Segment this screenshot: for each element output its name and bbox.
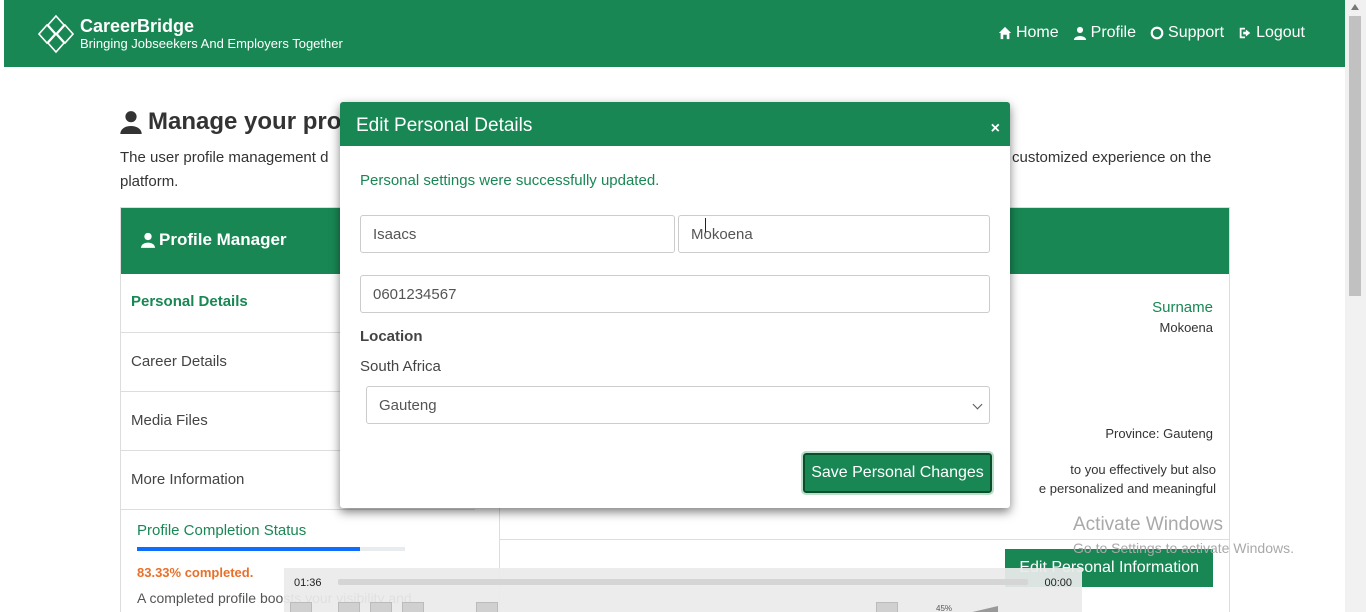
completion-progress-fill bbox=[137, 547, 361, 551]
seek-bar[interactable] bbox=[338, 579, 1028, 585]
nav-profile-link[interactable]: Profile bbox=[1073, 24, 1136, 42]
text-cursor-icon bbox=[705, 218, 707, 232]
brand-name[interactable]: CareerBridge bbox=[80, 16, 194, 37]
page-title-text: Manage your pro bbox=[148, 108, 342, 135]
life-ring-icon bbox=[1150, 26, 1164, 40]
nav-support-label: Support bbox=[1168, 24, 1225, 41]
profile-manager-title: Profile Manager bbox=[141, 230, 287, 250]
brand-tagline: Bringing Jobseekers And Employers Togeth… bbox=[80, 36, 343, 51]
remaining-time: 00:00 bbox=[1044, 577, 1072, 589]
province-select[interactable]: Gauteng bbox=[366, 386, 990, 424]
last-name-input[interactable] bbox=[678, 215, 990, 253]
nav-support-link[interactable]: Support bbox=[1150, 24, 1224, 42]
nav-links: Home Profile Support Logout bbox=[998, 24, 1305, 42]
description-line2: platform. bbox=[120, 173, 179, 190]
playlist-icon[interactable] bbox=[876, 602, 898, 612]
modal-header: Edit Personal Details × bbox=[340, 102, 1010, 146]
edit-personal-details-modal: Edit Personal Details × Personal setting… bbox=[340, 102, 1010, 508]
logout-icon bbox=[1239, 27, 1251, 39]
page-title: Manage your pro bbox=[120, 108, 341, 136]
save-personal-changes-button[interactable]: Save Personal Changes bbox=[801, 451, 994, 495]
rewind-icon[interactable] bbox=[338, 602, 360, 612]
nav-home-label: Home bbox=[1015, 24, 1059, 41]
surname-label: Surname bbox=[1152, 299, 1213, 316]
description-right: customized experience on the bbox=[1012, 149, 1212, 166]
scroll-up-icon[interactable] bbox=[1351, 4, 1359, 10]
top-navbar: CareerBridge Bringing Jobseekers And Emp… bbox=[4, 0, 1345, 67]
stop-icon[interactable] bbox=[370, 602, 392, 612]
close-icon[interactable]: × bbox=[991, 120, 1000, 138]
nav-profile-label: Profile bbox=[1090, 24, 1137, 41]
brand-logo-icon[interactable] bbox=[38, 14, 74, 54]
volume-slider[interactable] bbox=[964, 606, 998, 612]
modal-title: Edit Personal Details bbox=[356, 115, 533, 136]
country-value: South Africa bbox=[360, 358, 441, 375]
fullscreen-icon[interactable] bbox=[476, 602, 498, 612]
user-icon bbox=[120, 111, 142, 134]
province-value: Province: Gauteng bbox=[1105, 426, 1213, 441]
activate-windows-subtitle: Go to Settings to activate Windows. bbox=[1073, 540, 1294, 556]
home-icon bbox=[998, 26, 1012, 40]
completion-title: Profile Completion Status bbox=[137, 522, 307, 539]
surname-value: Mokoena bbox=[1159, 320, 1213, 335]
nav-logout-label: Logout bbox=[1256, 24, 1305, 41]
description-left: The user profile management d bbox=[120, 149, 329, 166]
chevron-down-icon bbox=[972, 399, 983, 410]
location-label: Location bbox=[360, 328, 423, 345]
elapsed-time: 01:36 bbox=[294, 577, 322, 589]
nav-home-link[interactable]: Home bbox=[998, 24, 1059, 42]
province-select-value: Gauteng bbox=[379, 397, 437, 414]
fast-forward-icon[interactable] bbox=[402, 602, 424, 612]
completion-progress-bar bbox=[137, 547, 405, 551]
success-message: Personal settings were successfully upda… bbox=[360, 172, 660, 189]
user-icon bbox=[1073, 26, 1086, 40]
first-name-input[interactable] bbox=[360, 215, 675, 253]
user-icon bbox=[141, 232, 155, 248]
scroll-thumb[interactable] bbox=[1349, 16, 1361, 296]
profile-manager-title-text: Profile Manager bbox=[159, 230, 287, 249]
media-player-bar: 01:36 00:00 45% bbox=[284, 568, 1082, 612]
play-icon[interactable] bbox=[290, 602, 312, 612]
phone-input[interactable] bbox=[360, 275, 990, 313]
nav-logout-link[interactable]: Logout bbox=[1238, 24, 1305, 42]
activate-windows-title: Activate Windows bbox=[1073, 514, 1223, 535]
volume-level: 45% bbox=[936, 604, 953, 612]
page-scrollbar[interactable] bbox=[1345, 0, 1366, 612]
